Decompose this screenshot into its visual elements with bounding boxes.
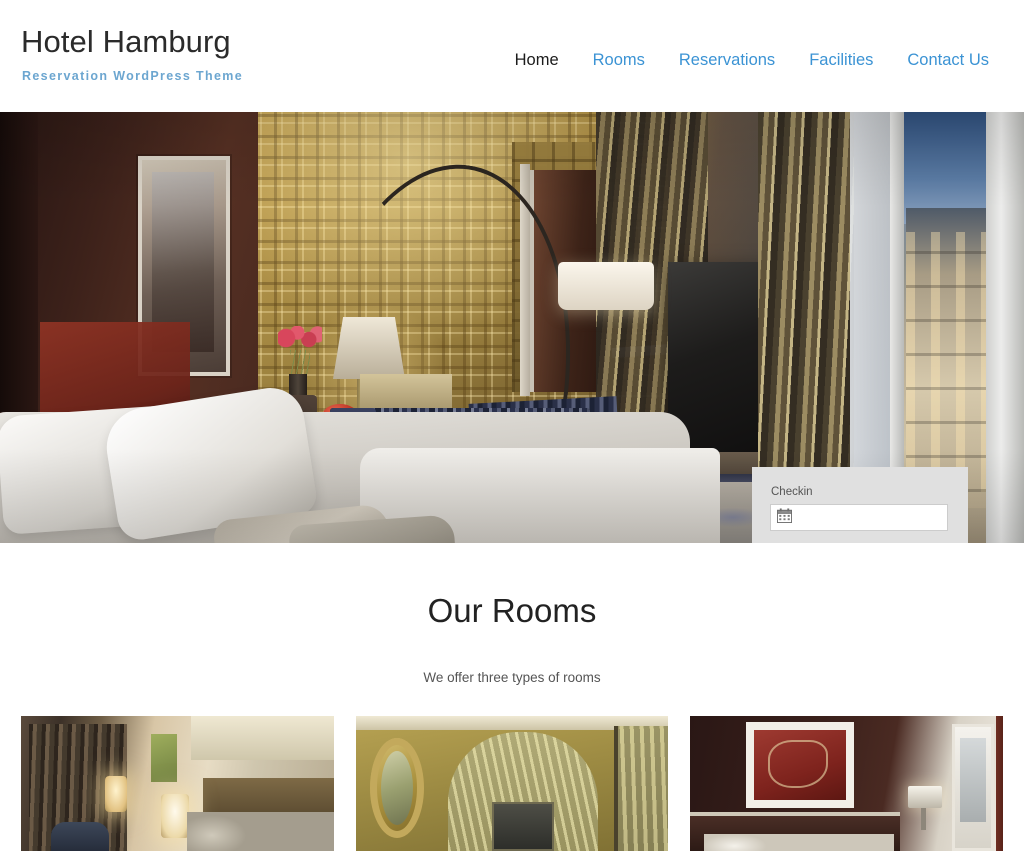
checkin-input[interactable]	[792, 510, 941, 525]
room-thumbnail-2	[355, 716, 669, 851]
room-thumbnail-1	[21, 716, 334, 851]
calendar-icon	[777, 507, 792, 528]
nav-item-contact-us[interactable]: Contact Us	[890, 50, 1006, 70]
section-title: Our Rooms	[427, 592, 597, 629]
room-card-2[interactable]	[355, 716, 669, 851]
our-rooms-section: Our Rooms We offer three types of rooms	[0, 543, 1024, 851]
rooms-grid	[0, 687, 1024, 851]
room-card-1[interactable]	[21, 716, 334, 851]
nav-item-rooms[interactable]: Rooms	[576, 50, 662, 70]
room-card-3[interactable]	[690, 716, 1004, 851]
main-navigation: Home Rooms Reservations Facilities Conta…	[498, 50, 1006, 70]
site-title: Hotel Hamburg	[21, 24, 231, 59]
brand[interactable]: Hotel Hamburg Reservation WordPress Them…	[21, 24, 243, 84]
nav-item-facilities[interactable]: Facilities	[792, 50, 890, 70]
nav-item-reservations[interactable]: Reservations	[662, 50, 792, 70]
room-thumbnail-3	[690, 716, 1004, 851]
hero-banner: Checkin Checkout	[0, 112, 1024, 543]
booking-widget: Checkin Checkout	[752, 467, 968, 543]
site-tagline: Reservation WordPress Theme	[22, 69, 244, 83]
checkin-field[interactable]	[770, 504, 948, 531]
nav-item-home[interactable]: Home	[498, 50, 576, 70]
site-header: Hotel Hamburg Reservation WordPress Them…	[0, 0, 1024, 112]
checkin-label: Checkin	[771, 486, 813, 498]
section-subtitle: We offer three types of rooms	[423, 670, 601, 685]
